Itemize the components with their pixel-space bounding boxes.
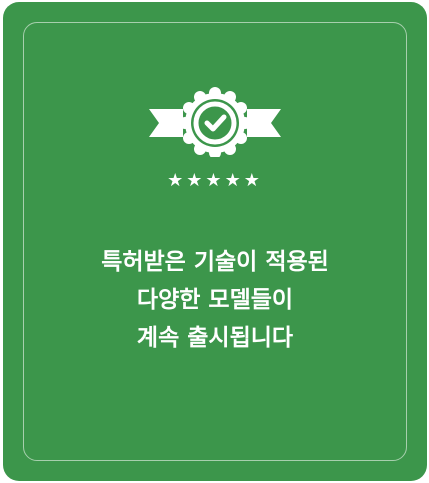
headline-line-3: 계속 출시됩니다	[136, 325, 294, 351]
badge-container	[3, 87, 427, 157]
feature-headline: 특허받은 기술이 적용된 다양한 모델들이 계속 출시됩니다	[3, 243, 427, 357]
headline-line-2: 다양한 모델들이	[136, 287, 294, 313]
award-ribbon-check-icon	[149, 87, 281, 157]
five-star-rating-icon: ★★★★★	[167, 170, 263, 191]
headline-line-1: 특허받은 기술이 적용된	[101, 249, 329, 275]
feature-card: ★★★★★ 특허받은 기술이 적용된 다양한 모델들이 계속 출시됩니다	[3, 2, 427, 481]
